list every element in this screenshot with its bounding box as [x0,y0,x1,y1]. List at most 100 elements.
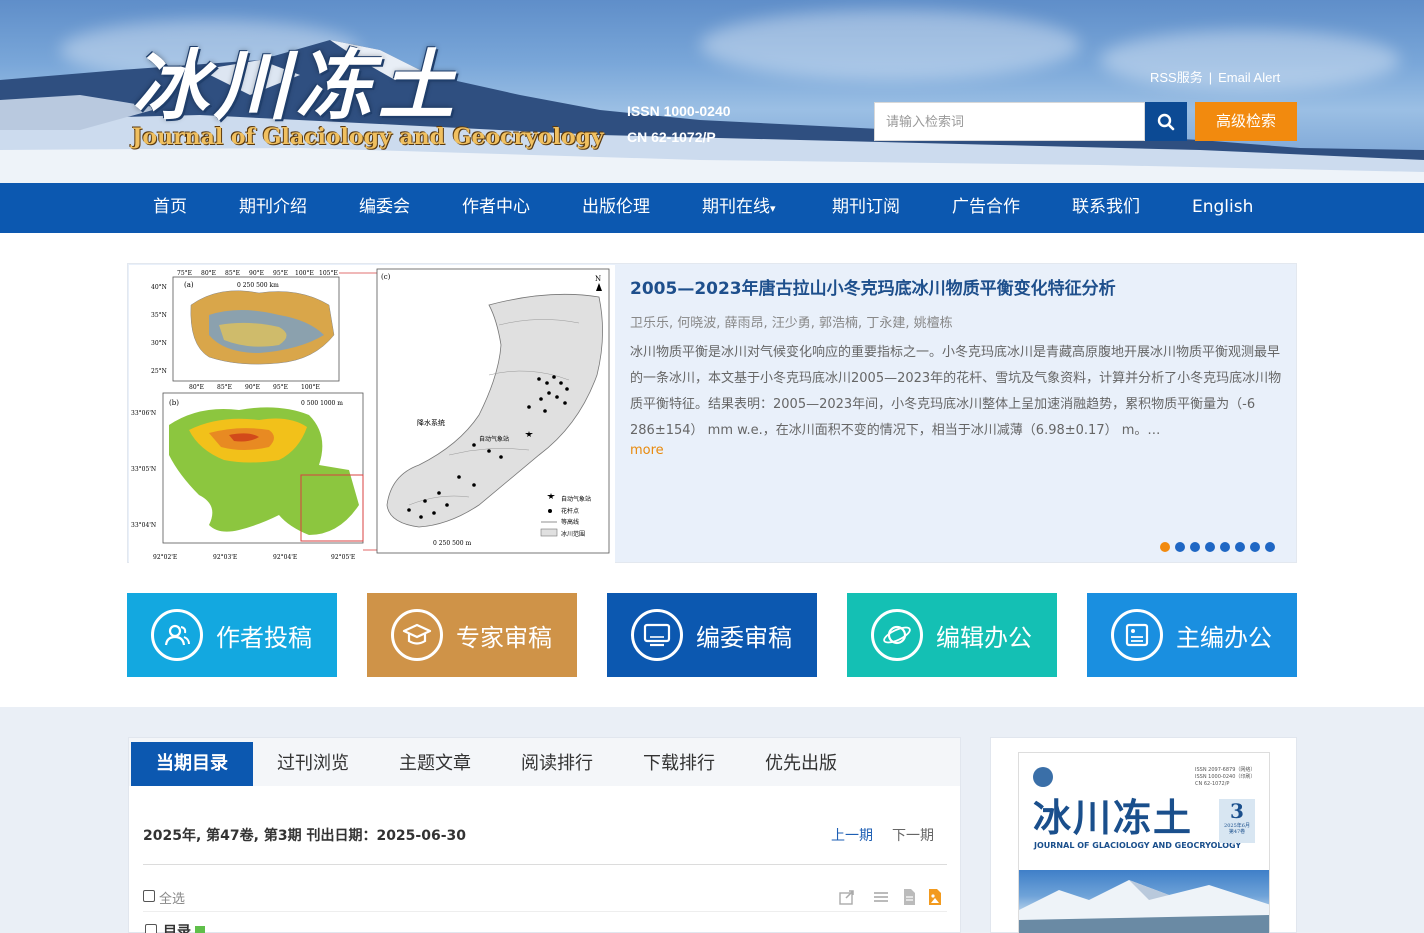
select-all-checkbox[interactable] [143,890,155,902]
featured-article-title[interactable]: 2005—2023年唐古拉山小冬克玛底冰川物质平衡变化特征分析 [630,274,1280,299]
nav-item-editorial-board[interactable]: 编委会 [359,183,410,233]
nav-item-authors[interactable]: 作者中心 [462,183,530,233]
logo-title: 冰川冻土 [132,41,460,130]
nav-item-home[interactable]: 首页 [153,183,187,233]
north-arrow-label: N [595,275,601,283]
lat-tick: 33°04'N [131,522,156,529]
divider [143,864,947,865]
scale-a-label: 0 250 500 km [237,282,279,289]
author-submission-button[interactable]: 作者投稿 [127,593,337,677]
tab-current-issue[interactable]: 当期目录 [131,742,253,786]
lon-tick: 85°E [225,270,240,277]
prev-issue-link[interactable]: 上一期 [831,825,873,845]
panel-a-label: (a) [184,281,194,289]
cn-number: CN 62-1072/P [627,129,716,145]
lon-tick: 92°05'E [331,554,355,561]
nav-item-about[interactable]: 期刊介绍 [239,183,307,233]
glacier-map-figure: (a) 0 250 500 km 75°E 80°E 85°E 90°E 95°… [131,268,610,561]
logo-subtitle: Journal of Glaciology and Geocryology [132,124,604,150]
lon-tick: 80°E [189,384,204,391]
expert-review-button[interactable]: 专家审稿 [367,593,577,677]
legend-item: 等高线 [561,518,579,526]
expert-review-label: 专家审稿 [456,623,552,652]
pdf-icon[interactable] [195,926,205,933]
toc-item-label: 目录 [163,924,191,933]
tab-most-read[interactable]: 阅读排行 [521,742,593,786]
lon-tick: 100°E [301,384,320,391]
lon-tick: 95°E [273,384,288,391]
station-label: 降水系统 [417,418,445,427]
item-checkbox[interactable] [145,924,157,933]
legend-area-icon [540,528,558,537]
more-link[interactable]: more [630,443,664,458]
lon-tick: 90°E [245,384,260,391]
lon-tick: 92°04'E [273,554,297,561]
email-alert-link[interactable]: Email Alert [1218,70,1280,85]
advanced-search-button[interactable]: 高级检索 [1195,102,1297,141]
document-icon[interactable] [900,888,918,906]
scale-c-label: 0 250 500 m [433,540,471,547]
tab-online-first[interactable]: 优先出版 [765,742,837,786]
chief-editor-office-button[interactable]: 主编办公 [1087,593,1297,677]
cover-issue-digit: 3 [1230,799,1244,823]
cover-subtitle: JOURNAL OF GLACIOLOGY AND GEOCRYOLOGY [1034,841,1242,850]
legend-dot-icon [548,509,552,513]
lon-tick: 80°E [201,270,216,277]
tab-topics[interactable]: 主题文章 [399,742,471,786]
list-icon[interactable] [872,888,890,906]
journal-cover[interactable]: ISSN 2097-6879（网络） ISSN 1000-0240（印刷） CN… [1018,752,1270,933]
link-separator: | [1208,70,1213,85]
cover-photo [1019,870,1269,933]
divider [143,911,947,912]
slider-dot[interactable] [1265,542,1275,552]
slider-dot[interactable] [1175,542,1185,552]
lat-tick: 33°05'N [131,466,156,473]
lat-tick: 30°N [151,340,167,347]
user-group-icon [151,609,203,661]
legend-item: 花杆点 [561,507,579,515]
slider-dot[interactable] [1250,542,1260,552]
tab-most-downloaded[interactable]: 下载排行 [643,742,715,786]
nav-item-online[interactable]: 期刊在线▾ [702,183,776,233]
nav-item-subscribe[interactable]: 期刊订阅 [832,183,900,233]
rss-link[interactable]: RSS服务 [1150,70,1203,85]
weather-station-label: 自动气象站 [479,435,509,443]
slider-dot[interactable] [1220,542,1230,552]
toc-tabs: 当期目录 过刊浏览 主题文章 阅读排行 下载排行 优先出版 [129,738,960,786]
board-review-button[interactable]: 编委审稿 [607,593,817,677]
cover-title: 冰川冻土 [1033,795,1194,840]
slider-dot[interactable] [1190,542,1200,552]
nav-item-english[interactable]: English [1192,183,1253,233]
select-all-label: 全选 [159,892,186,907]
legend-item: 自动气象站 [561,495,591,503]
slider-dot[interactable] [1160,542,1170,552]
cover-date: 2025年6月 第47卷 [1224,823,1250,835]
slider-dot[interactable] [1205,542,1215,552]
board-review-label: 编委审稿 [696,623,792,652]
cover-panel: ISSN 2097-6879（网络） ISSN 1000-0240（印刷） CN… [990,737,1297,933]
nav-item-advertising[interactable]: 广告合作 [952,183,1020,233]
slider-dot[interactable] [1235,542,1245,552]
lon-tick: 85°E [217,384,232,391]
tab-past-issues[interactable]: 过刊浏览 [277,742,349,786]
panel-b-label: (b) [169,399,179,407]
toc-item-title[interactable]: 目录 [163,921,205,933]
author-submission-label: 作者投稿 [216,623,312,652]
header-banner: 冰川冻土 Journal of Glaciology and Geocryolo… [0,0,1424,183]
top-links: RSS服务 | Email Alert [1150,67,1280,86]
search-button[interactable] [1145,102,1187,141]
lon-tick: 92°02'E [153,554,177,561]
search-input[interactable]: 请输入检索词 [874,102,1145,141]
panel-c-label: (c) [381,273,391,281]
nav-item-ethics[interactable]: 出版伦理 [582,183,650,233]
issn-info: ISSN 1000-0240 CN 62-1072/P [627,98,731,150]
nav-item-contact[interactable]: 联系我们 [1072,183,1140,233]
featured-article-figure[interactable]: (a) 0 250 500 km 75°E 80°E 85°E 90°E 95°… [129,265,615,563]
next-issue-link[interactable]: 下一期 [892,825,934,845]
image-icon[interactable] [926,888,944,906]
lon-tick: 95°E [273,270,288,277]
share-icon[interactable] [838,888,856,906]
planet-icon [871,609,923,661]
editor-office-button[interactable]: 编辑办公 [847,593,1057,677]
journal-emblem-icon [1033,767,1053,787]
